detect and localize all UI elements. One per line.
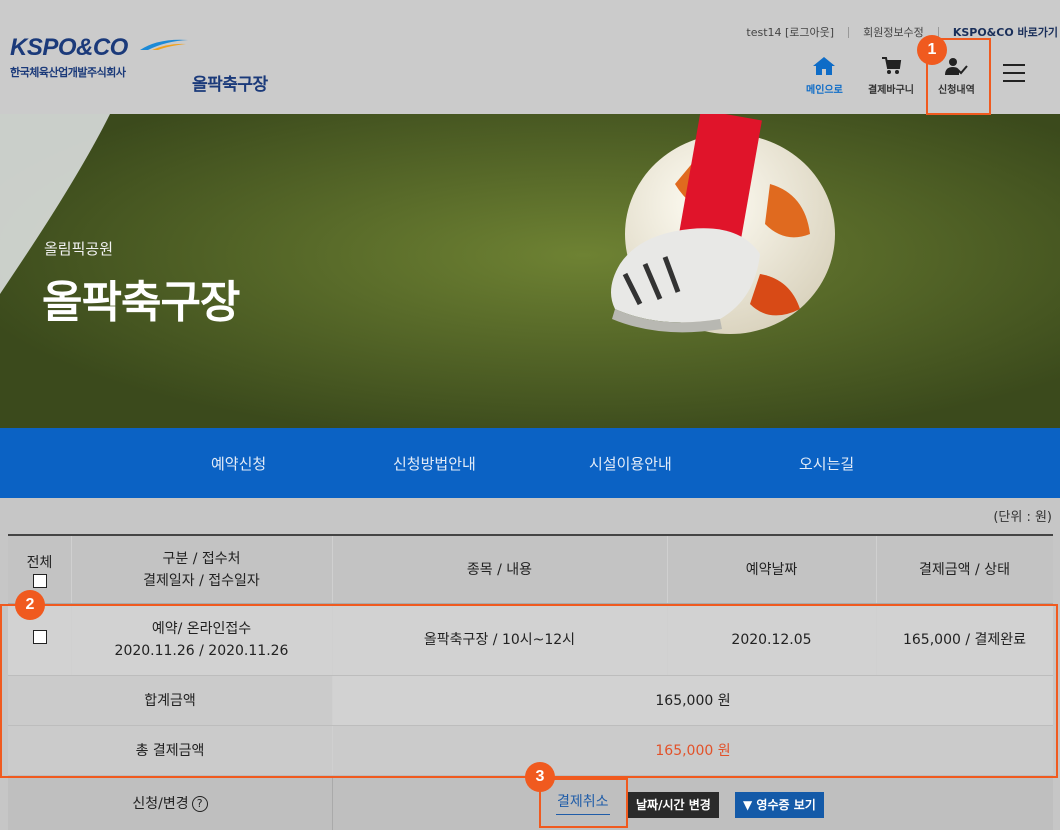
main-page-button[interactable]: 메인으로: [806, 56, 843, 96]
logo-wordmark: KSPO&CO: [10, 34, 128, 61]
select-all-label: 전체: [26, 554, 53, 571]
menu-icon[interactable]: [1003, 64, 1025, 82]
category-header-line1: 구분 / 접수처: [162, 550, 241, 567]
member-info-link[interactable]: 회원정보수정: [863, 24, 924, 40]
highlight-box-reservation: [0, 604, 1058, 778]
divider: [848, 26, 850, 38]
item-header: 종목 / 내용: [466, 561, 533, 578]
nav-directions[interactable]: 오시는길: [799, 453, 854, 474]
date-header: 예약날짜: [745, 561, 798, 578]
help-icon[interactable]: ?: [191, 796, 208, 812]
category-header: 구분 / 접수처 결제일자 / 접수일자: [71, 536, 332, 603]
logo-subtitle: 한국체육산업개발주식회사: [10, 66, 126, 79]
select-all-checkbox[interactable]: [32, 573, 47, 588]
site-title[interactable]: 올팍축구장: [192, 70, 268, 95]
annotation-badge-3: 3: [525, 762, 555, 792]
top-utility-nav: test14 [로그아웃] 회원정보수정 KSPO&CO 바로가기: [746, 24, 1058, 40]
view-receipt-button[interactable]: ▼ 영수증 보기: [735, 792, 824, 818]
hero-banner: 올림픽공원 올팍축구장: [0, 114, 1060, 428]
annotation-badge-2: 2: [15, 590, 45, 620]
logo-swoosh-icon: [140, 39, 188, 50]
annotation-badge-1: 1: [917, 35, 947, 65]
hero-subtitle: 올림픽공원: [44, 240, 114, 258]
hero-title: 올팍축구장: [42, 277, 240, 328]
cart-label: 결제바구니: [868, 85, 914, 96]
cart-icon: [882, 57, 902, 74]
amount-header: 결제금액 / 상태: [919, 561, 1010, 578]
category-header-line2: 결제일자 / 접수일자: [143, 572, 260, 589]
cart-button[interactable]: 결제바구니: [868, 56, 914, 96]
nav-how-to-apply[interactable]: 신청방법안내: [393, 453, 476, 474]
unit-note: (단위 : 원): [993, 510, 1052, 525]
site-header: test14 [로그아웃] 회원정보수정 KSPO&CO 바로가기 KSPO&C…: [0, 0, 1060, 114]
logout-link[interactable]: test14 [로그아웃]: [746, 24, 834, 40]
table-header-row: 전체 구분 / 접수처 결제일자 / 접수일자 종목 / 내용 예약날짜 결제금…: [8, 534, 1053, 604]
kspo-logo[interactable]: KSPO&CO 한국체육산업개발주식회사: [10, 34, 188, 80]
action-label: 신청/변경: [132, 796, 189, 812]
home-icon: [813, 57, 836, 75]
change-datetime-button[interactable]: 날짜/시간 변경: [628, 792, 719, 818]
main-nav: 예약신청 신청방법안내 시설이용안내 오시는길: [0, 428, 1060, 498]
main-page-label: 메인으로: [806, 85, 843, 96]
nav-reservation[interactable]: 예약신청: [211, 453, 266, 474]
nav-facility-guide[interactable]: 시설이용안내: [589, 453, 672, 474]
action-label-cell: 신청/변경 ?: [8, 776, 332, 830]
